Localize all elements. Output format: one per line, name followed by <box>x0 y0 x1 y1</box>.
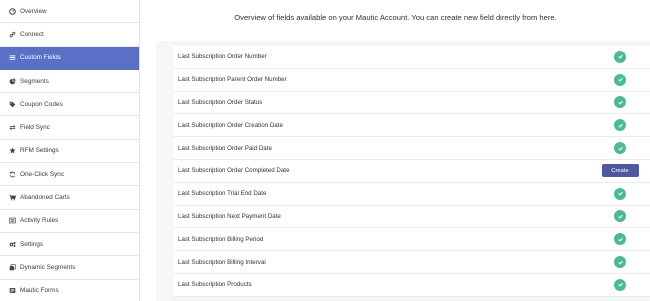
table-row: Last Subscription Order Paid Date <box>173 137 650 160</box>
sidebar-item-label: Activity Rules <box>20 217 59 225</box>
sidebar-item-label: Custom Fields <box>20 54 61 62</box>
sidebar-item-custom-fields[interactable]: Custom Fields <box>0 46 139 70</box>
check-icon <box>614 233 626 246</box>
sidebar-item-overview[interactable]: Overview <box>0 0 139 24</box>
copy-icon <box>8 263 16 271</box>
star-icon <box>8 147 16 155</box>
table-row: Last Subscription Order Completed Date C… <box>173 159 650 183</box>
sidebar-item-coupon-codes[interactable]: Coupon Codes <box>0 93 139 117</box>
sidebar-item-one-click-sync[interactable]: One-Click Sync <box>0 163 139 187</box>
check-icon <box>614 278 626 291</box>
field-name: Last Subscription Trial End Date <box>178 190 267 198</box>
sidebar-item-label: Mautic Forms <box>20 287 59 295</box>
cart-icon <box>8 194 16 202</box>
field-name: Last Subscription Next Payment Date <box>178 212 281 220</box>
sync-arrows-icon <box>8 124 16 132</box>
fields-panel: Last Subscription Order Number Last Subs… <box>156 41 650 301</box>
table-row: Last Subscription Next Payment Date <box>173 205 650 229</box>
main-content: Overview of fields available on your Mau… <box>141 0 650 301</box>
sidebar-item-label: Coupon Codes <box>20 100 63 108</box>
tag-icon <box>8 100 16 108</box>
sidebar-item-dynamic-segments[interactable]: Dynamic Segments <box>0 256 139 280</box>
sidebar-item-mautic-forms[interactable]: Mautic Forms <box>0 280 139 301</box>
sidebar-item-label: Settings <box>20 240 44 248</box>
sidebar-item-segments[interactable]: Segments <box>0 70 139 94</box>
sidebar: Overview Connect Custom Fields Segments … <box>0 0 140 301</box>
table-row: Last Subscription Trial End Date <box>173 182 650 206</box>
check-icon <box>614 50 626 63</box>
sidebar-item-abandoned-carts[interactable]: Abandoned Carts <box>0 186 139 210</box>
check-icon <box>614 210 626 223</box>
sync-icon <box>8 170 16 178</box>
page-description: Overview of fields available on your Mau… <box>234 13 557 22</box>
check-icon <box>614 73 626 86</box>
fields-table: Last Subscription Order Number Last Subs… <box>173 46 650 297</box>
sidebar-item-label: One-Click Sync <box>20 170 65 178</box>
sidebar-item-label: Dynamic Segments <box>20 263 76 271</box>
sidebar-item-rfm-settings[interactable]: RFM Settings <box>0 140 139 164</box>
field-name: Last Subscription Order Completed Date <box>178 167 290 175</box>
list-icon <box>8 54 16 62</box>
field-name: Last Subscription Products <box>178 281 252 289</box>
gears-icon <box>8 240 16 248</box>
field-name: Last Subscription Order Status <box>178 98 263 106</box>
field-name: Last Subscription Billing Interval <box>178 258 266 266</box>
sidebar-item-label: Field Sync <box>20 124 50 132</box>
overview-icon <box>8 7 16 15</box>
field-name: Last Subscription Billing Period <box>178 235 264 243</box>
table-row: Last Subscription Billing Interval <box>173 251 650 274</box>
form-icon <box>8 287 16 295</box>
table-row: Last Subscription Billing Period <box>173 228 650 252</box>
sidebar-item-connect[interactable]: Connect <box>0 23 139 47</box>
table-row: Last Subscription Order Status <box>173 91 650 115</box>
field-name: Last Subscription Order Creation Date <box>178 121 283 129</box>
table-row: Last Subscription Products <box>173 273 650 297</box>
sidebar-item-field-sync[interactable]: Field Sync <box>0 116 139 140</box>
rules-list-icon <box>8 217 16 225</box>
field-name: Last Subscription Parent Order Number <box>178 76 287 84</box>
field-name: Last Subscription Order Number <box>178 53 267 61</box>
pie-chart-icon <box>8 77 16 85</box>
check-icon <box>614 96 626 109</box>
field-name: Last Subscription Order Paid Date <box>178 144 272 152</box>
table-row: Last Subscription Parent Order Number <box>173 68 650 92</box>
sidebar-item-settings[interactable]: Settings <box>0 233 139 257</box>
sidebar-item-label: Connect <box>20 30 44 38</box>
sidebar-item-label: RFM Settings <box>20 147 59 155</box>
sidebar-item-activity-rules[interactable]: Activity Rules <box>0 210 139 233</box>
create-field-button[interactable]: Create <box>601 164 639 178</box>
sidebar-item-label: Overview <box>20 7 47 15</box>
sidebar-item-label: Abandoned Carts <box>20 194 70 202</box>
table-row: Last Subscription Order Creation Date <box>173 114 650 138</box>
check-icon <box>614 256 626 269</box>
sidebar-item-label: Segments <box>20 77 49 85</box>
table-row: Last Subscription Order Number <box>173 46 650 69</box>
check-icon <box>614 119 626 132</box>
check-icon <box>614 142 626 155</box>
check-icon <box>614 187 626 200</box>
link-icon <box>8 30 16 38</box>
